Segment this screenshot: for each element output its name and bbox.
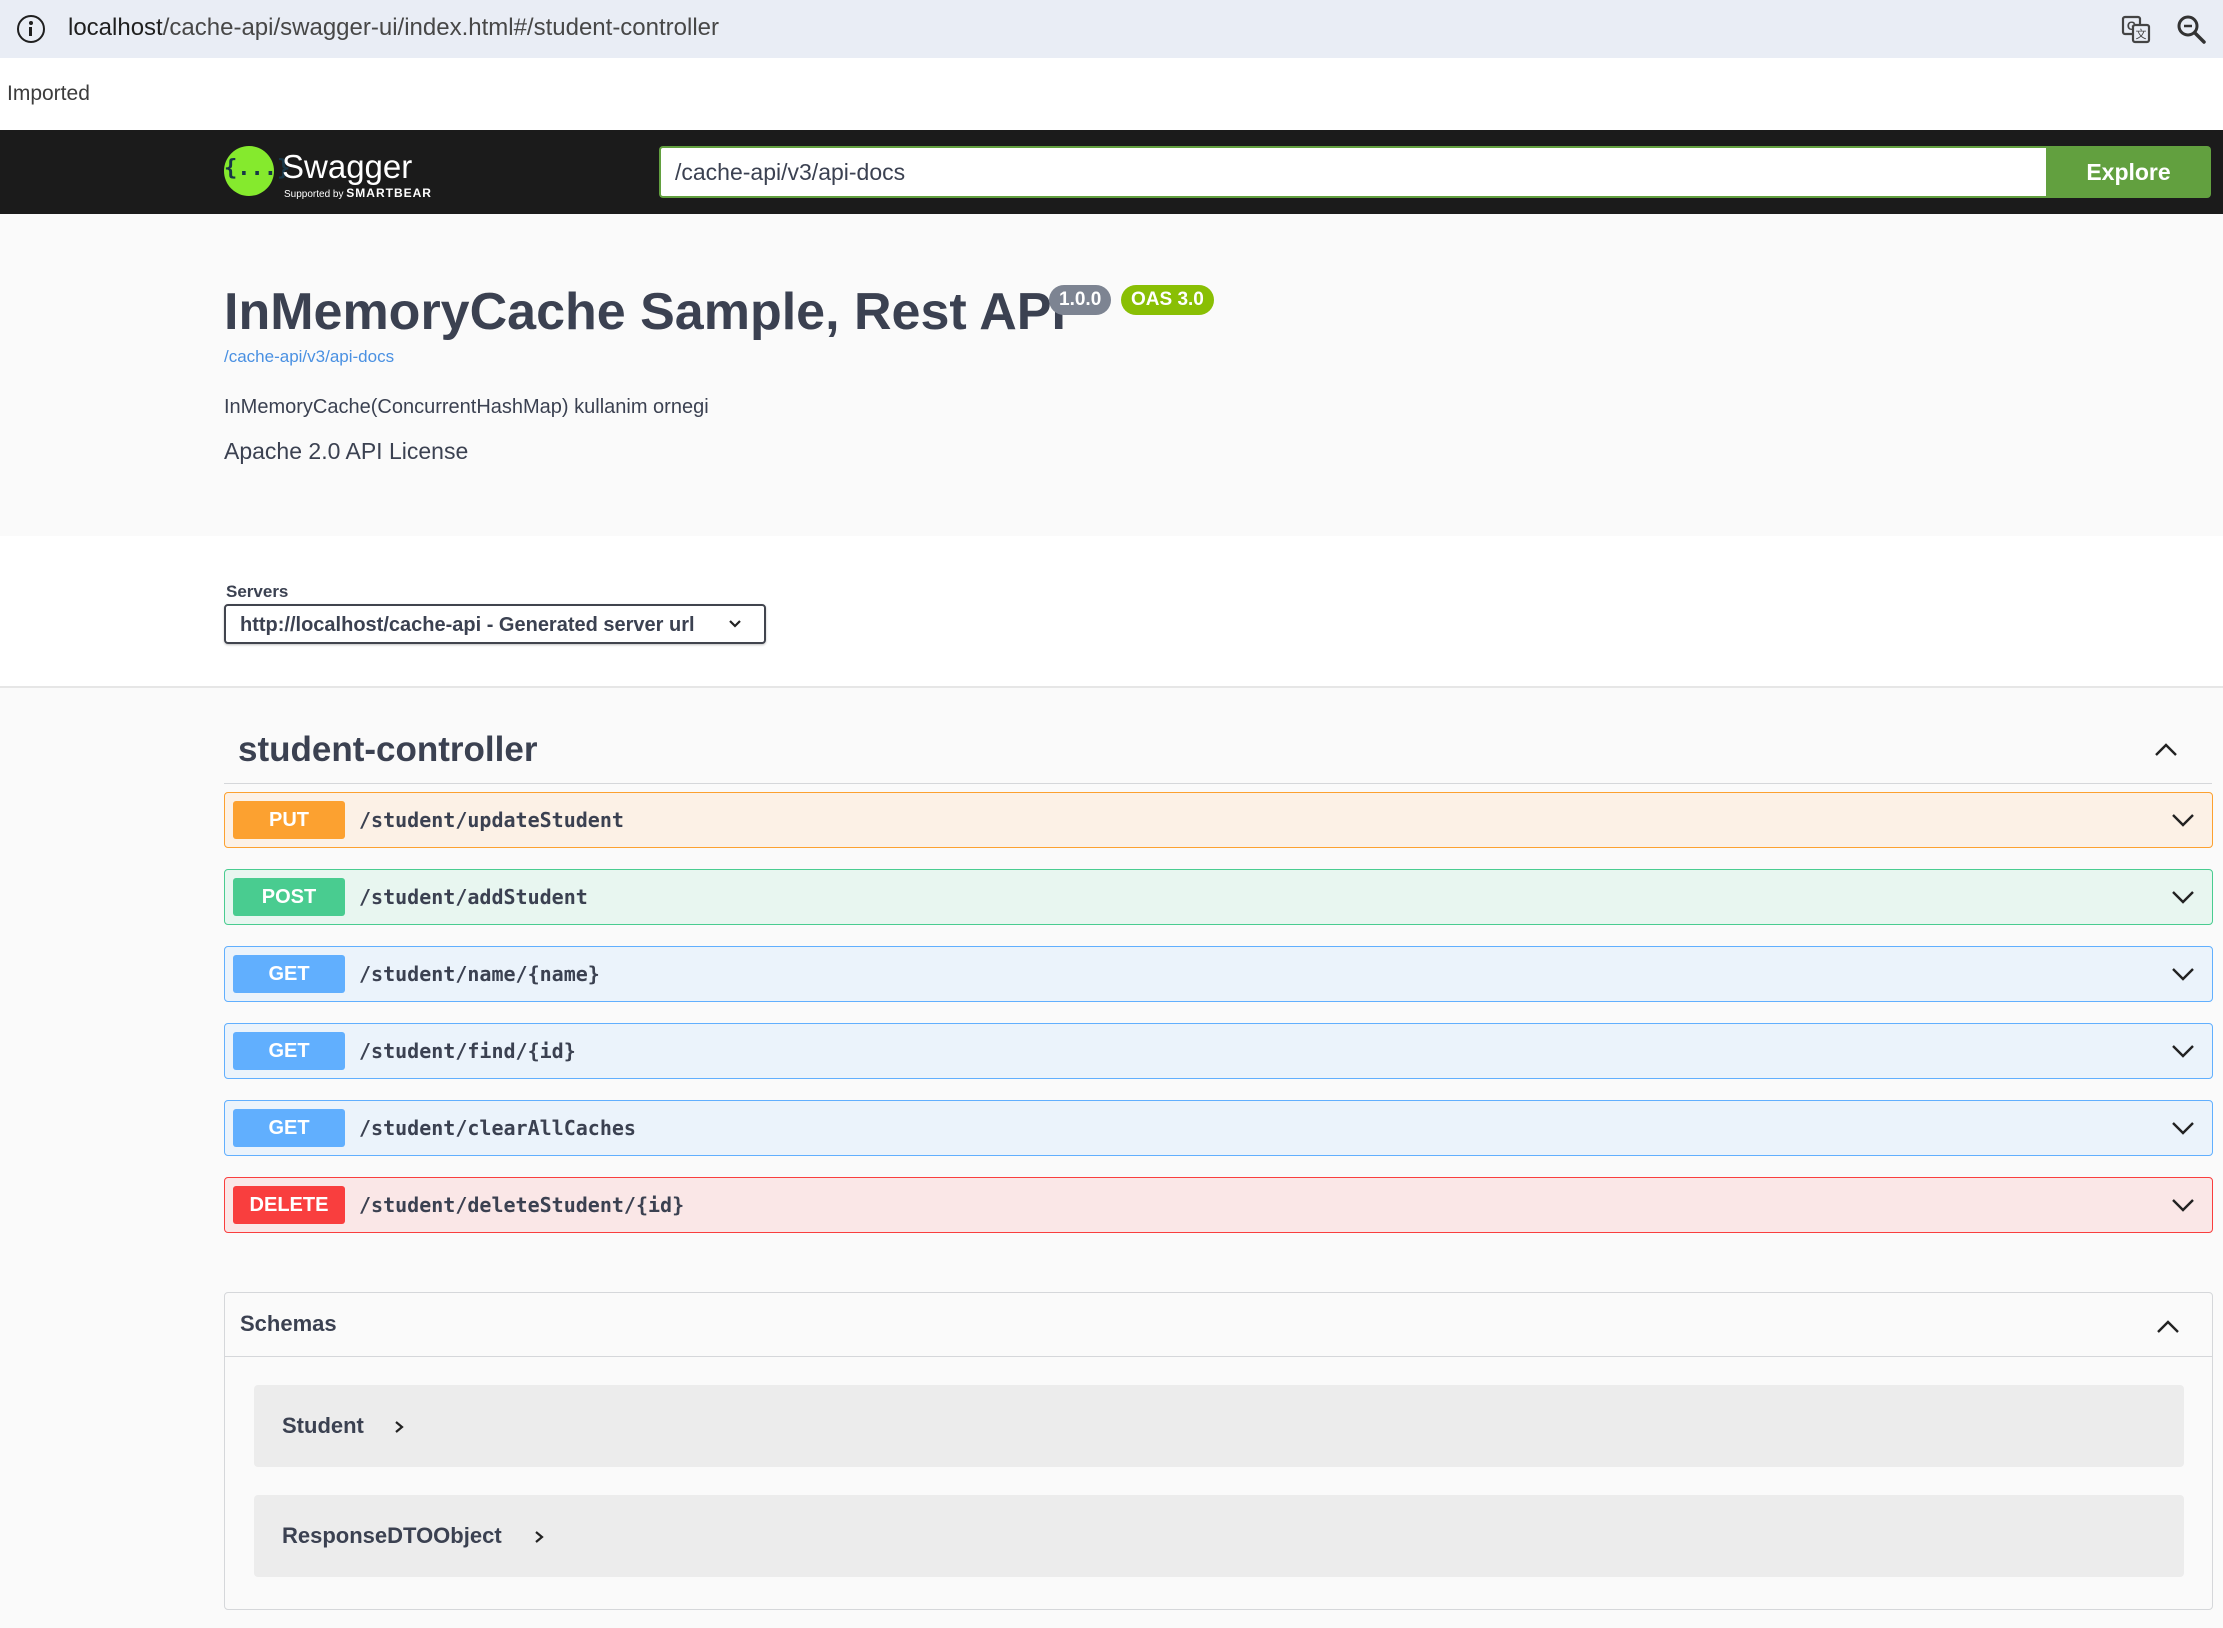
schemas-title: Schemas (240, 1311, 337, 1336)
address-bar: localhost/cache-api/swagger-ui/index.htm… (0, 0, 2223, 58)
servers-label: Servers (226, 582, 289, 601)
model-name: ResponseDTOObject (282, 1523, 502, 1548)
translate-icon[interactable]: G 文 (2120, 13, 2152, 45)
chevron-right-icon (535, 1531, 544, 1543)
operation-delete-student[interactable]: DELETE /student/deleteStudent/{id} (224, 1177, 2213, 1233)
chevron-down-icon[interactable] (2170, 1115, 2196, 1141)
info-icon[interactable] (17, 15, 45, 43)
swagger-logo-text: Swagger (282, 148, 413, 185)
operation-get-student-by-name[interactable]: GET /student/name/{name} (224, 946, 2213, 1002)
bookmark-imported[interactable]: Imported (7, 82, 90, 106)
method-badge: PUT (233, 801, 345, 839)
swagger-logo-icon: {...} (224, 146, 290, 196)
schemas-section: Schemas Student ResponseDTOObject (224, 1292, 2213, 1610)
operation-put-update-student[interactable]: PUT /student/updateStudent (224, 792, 2213, 848)
license-link[interactable]: Apache 2.0 API License (224, 438, 468, 465)
operations-section: student-controller PUT /student/updateSt… (0, 688, 2223, 1628)
servers-select[interactable]: http://localhost/cache-api - Generated s… (224, 604, 766, 644)
chevron-up-icon[interactable] (2154, 1313, 2182, 1341)
servers-selected-value: http://localhost/cache-api - Generated s… (240, 614, 695, 636)
chevron-down-icon (729, 620, 741, 628)
explore-button[interactable]: Explore (2046, 146, 2211, 198)
schemas-header[interactable]: Schemas (225, 1293, 2212, 1357)
spec-url-input[interactable] (659, 146, 2046, 198)
url-field[interactable]: localhost/cache-api/swagger-ui/index.htm… (68, 14, 719, 42)
swagger-topbar: {...} Swagger Supported by SMARTBEAR Exp… (0, 130, 2223, 214)
chevron-down-icon[interactable] (2170, 884, 2196, 910)
model-student[interactable]: Student (254, 1385, 2184, 1467)
svg-text:文: 文 (2136, 27, 2147, 41)
api-description: InMemoryCache(ConcurrentHashMap) kullani… (224, 396, 709, 418)
chevron-right-icon (395, 1421, 404, 1433)
url-path: /cache-api/swagger-ui/index.html#/studen… (162, 14, 720, 41)
operation-get-student-find[interactable]: GET /student/find/{id} (224, 1023, 2213, 1079)
operation-path: /student/find/{id} (359, 1039, 576, 1063)
method-badge: DELETE (233, 1186, 345, 1224)
chevron-up-icon[interactable] (2152, 736, 2180, 764)
operation-path: /student/name/{name} (359, 962, 600, 986)
operation-path: /student/deleteStudent/{id} (359, 1193, 685, 1217)
method-badge: GET (233, 955, 345, 993)
operation-get-clear-all-caches[interactable]: GET /student/clearAllCaches (224, 1100, 2213, 1156)
operation-post-add-student[interactable]: POST /student/addStudent (224, 869, 2213, 925)
api-title: InMemoryCache Sample, Rest API (224, 283, 1066, 341)
chevron-down-icon[interactable] (2170, 1038, 2196, 1064)
method-badge: GET (233, 1032, 345, 1070)
swagger-logo[interactable]: {...} Swagger Supported by SMARTBEAR (224, 144, 444, 200)
tag-header[interactable]: student-controller (224, 710, 2212, 784)
version-badge: 1.0.0 (1049, 285, 1112, 315)
tag-name: student-controller (238, 730, 538, 769)
zoom-icon[interactable] (2175, 13, 2207, 45)
swagger-logo-subtitle: Supported by SMARTBEAR (284, 186, 432, 200)
url-host: localhost (68, 14, 163, 41)
method-badge: GET (233, 1109, 345, 1147)
model-response-dto-object[interactable]: ResponseDTOObject (254, 1495, 2184, 1577)
spec-link[interactable]: /cache-api/v3/api-docs (224, 347, 394, 367)
operation-path: /student/updateStudent (359, 808, 624, 832)
operation-path: /student/addStudent (359, 885, 588, 909)
model-name: Student (282, 1413, 364, 1438)
method-badge: POST (233, 878, 345, 916)
oas-badge: OAS 3.0 (1121, 285, 1214, 315)
operation-path: /student/clearAllCaches (359, 1116, 636, 1140)
chevron-down-icon[interactable] (2170, 1192, 2196, 1218)
chevron-down-icon[interactable] (2170, 961, 2196, 987)
api-info: InMemoryCache Sample, Rest API 1.0.0 OAS… (0, 214, 2223, 536)
chevron-down-icon[interactable] (2170, 807, 2196, 833)
servers-section: Servers http://localhost/cache-api - Gen… (0, 536, 2223, 688)
bookmarks-bar: Imported (0, 58, 2223, 130)
